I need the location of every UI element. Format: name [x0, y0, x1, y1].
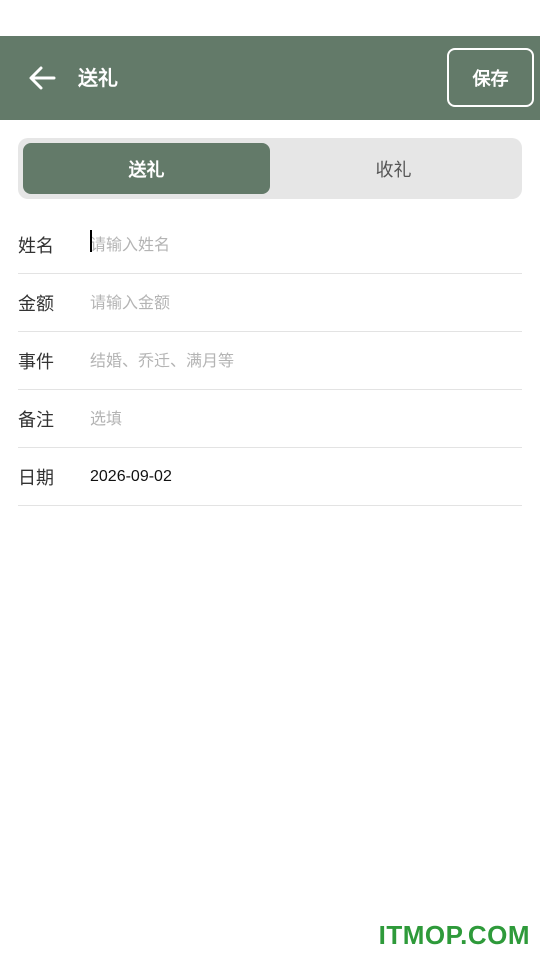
- gift-form: 姓名 金额 事件 备注 日期 2026-09-02: [18, 216, 522, 506]
- type-segment-control: 送礼 收礼: [18, 138, 522, 199]
- app-bar: 送礼 保存: [0, 36, 540, 120]
- event-input[interactable]: [90, 332, 522, 389]
- date-value[interactable]: 2026-09-02: [90, 468, 172, 486]
- tab-send-gift[interactable]: 送礼: [23, 143, 270, 194]
- name-label: 姓名: [18, 235, 54, 257]
- back-button[interactable]: [22, 60, 62, 96]
- text-cursor: [90, 230, 92, 252]
- page-title: 送礼: [78, 66, 118, 90]
- amount-input[interactable]: [90, 274, 522, 331]
- note-label: 备注: [18, 409, 54, 431]
- event-label: 事件: [18, 351, 54, 373]
- amount-label: 金额: [18, 293, 54, 315]
- form-row-event: 事件: [18, 332, 522, 390]
- form-row-date[interactable]: 日期 2026-09-02: [18, 448, 522, 506]
- form-row-name: 姓名: [18, 216, 522, 274]
- form-row-amount: 金额: [18, 274, 522, 332]
- status-bar: [0, 0, 540, 36]
- watermark: ITMOP.COM: [378, 920, 530, 950]
- save-button[interactable]: 保存: [447, 48, 534, 107]
- tab-receive-gift[interactable]: 收礼: [270, 143, 517, 194]
- arrow-left-icon: [29, 66, 56, 90]
- name-input[interactable]: [90, 216, 522, 273]
- form-row-note: 备注: [18, 390, 522, 448]
- date-label: 日期: [18, 467, 54, 489]
- note-input[interactable]: [90, 390, 522, 447]
